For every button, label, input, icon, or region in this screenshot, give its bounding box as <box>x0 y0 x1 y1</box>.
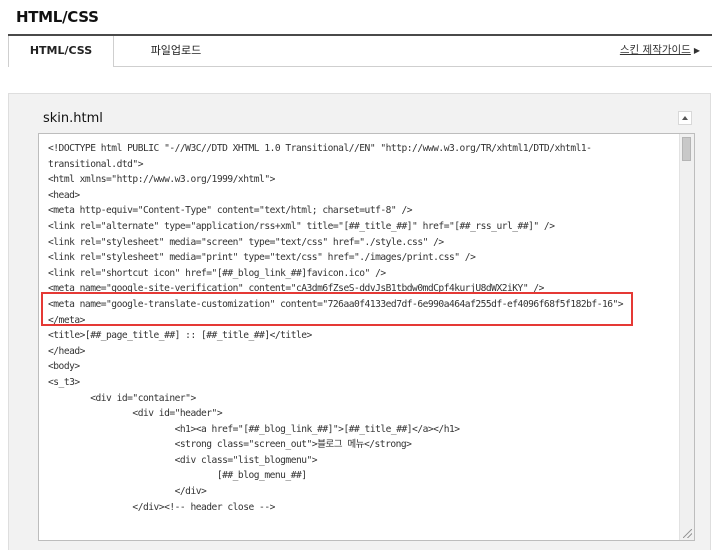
code-line: <link rel="stylesheet" media="print" typ… <box>48 252 476 264</box>
tab-file-upload[interactable]: 파일업로드 <box>126 36 226 66</box>
code-line: </div> <box>48 486 207 498</box>
code-editor[interactable]: <!DOCTYPE html PUBLIC "-//W3C//DTD XHTML… <box>38 133 695 541</box>
code-line: </head> <box>48 345 85 357</box>
file-name: skin.html <box>43 111 103 126</box>
code-line: <strong class="screen_out">블로그 메뉴</stron… <box>48 439 412 451</box>
code-line: <s_t3> <box>48 376 80 388</box>
tab-bar: HTML/CSS 파일업로드 스킨 제작가이드 ▶ <box>8 34 712 67</box>
code-line: <link rel="stylesheet" media="screen" ty… <box>48 236 444 248</box>
triangle-right-icon: ▶ <box>693 46 700 55</box>
collapse-button[interactable] <box>678 111 692 125</box>
code-line: <!DOCTYPE html PUBLIC "-//W3C//DTD XHTML… <box>48 143 592 154</box>
code-line: <html xmlns="http://www.w3.org/1999/xhtm… <box>48 174 275 186</box>
code-content[interactable]: <!DOCTYPE html PUBLIC "-//W3C//DTD XHTML… <box>48 141 670 515</box>
code-line: [##_blog_menu_##] <box>48 470 307 482</box>
code-line: <meta name="google-site-verification" co… <box>48 283 544 295</box>
code-line: <head> <box>48 189 80 201</box>
code-line: <link rel="shortcut icon" href="[##_blog… <box>48 267 386 279</box>
skin-guide-link-label: 스킨 제작가이드 <box>619 44 691 56</box>
tab-html-css[interactable]: HTML/CSS <box>8 36 114 67</box>
code-line: <div id="container"> <box>48 392 196 404</box>
skin-editor-panel: skin.html <!DOCTYPE html PUBLIC "-//W3C/… <box>8 93 711 550</box>
code-line: <div class="list_blogmenu"> <box>48 454 318 466</box>
code-line: <title>[##_page_title_##] :: [##_title_#… <box>48 330 312 342</box>
code-line: <body> <box>48 361 80 373</box>
triangle-up-icon <box>682 116 688 120</box>
scroll-thumb[interactable] <box>682 137 691 161</box>
page-title: HTML/CSS <box>16 8 99 26</box>
skin-guide-link[interactable]: 스킨 제작가이드 ▶ <box>620 36 700 66</box>
code-line: <link rel="alternate" type="application/… <box>48 220 555 232</box>
code-line: <meta http-equiv="Content-Type" content=… <box>48 205 413 217</box>
vertical-scrollbar[interactable] <box>679 134 694 540</box>
resize-grip-icon[interactable] <box>683 529 692 538</box>
code-line: <h1><a href="[##_blog_link_##]">[##_titl… <box>48 423 460 435</box>
code-line: </div><!-- header close --> <box>48 501 275 513</box>
code-line: </meta> <box>48 314 85 326</box>
code-line: <meta name="google-translate-customizati… <box>48 298 624 310</box>
code-line: transitional.dtd"> <box>48 158 143 170</box>
code-line: <div id="header"> <box>48 408 223 420</box>
